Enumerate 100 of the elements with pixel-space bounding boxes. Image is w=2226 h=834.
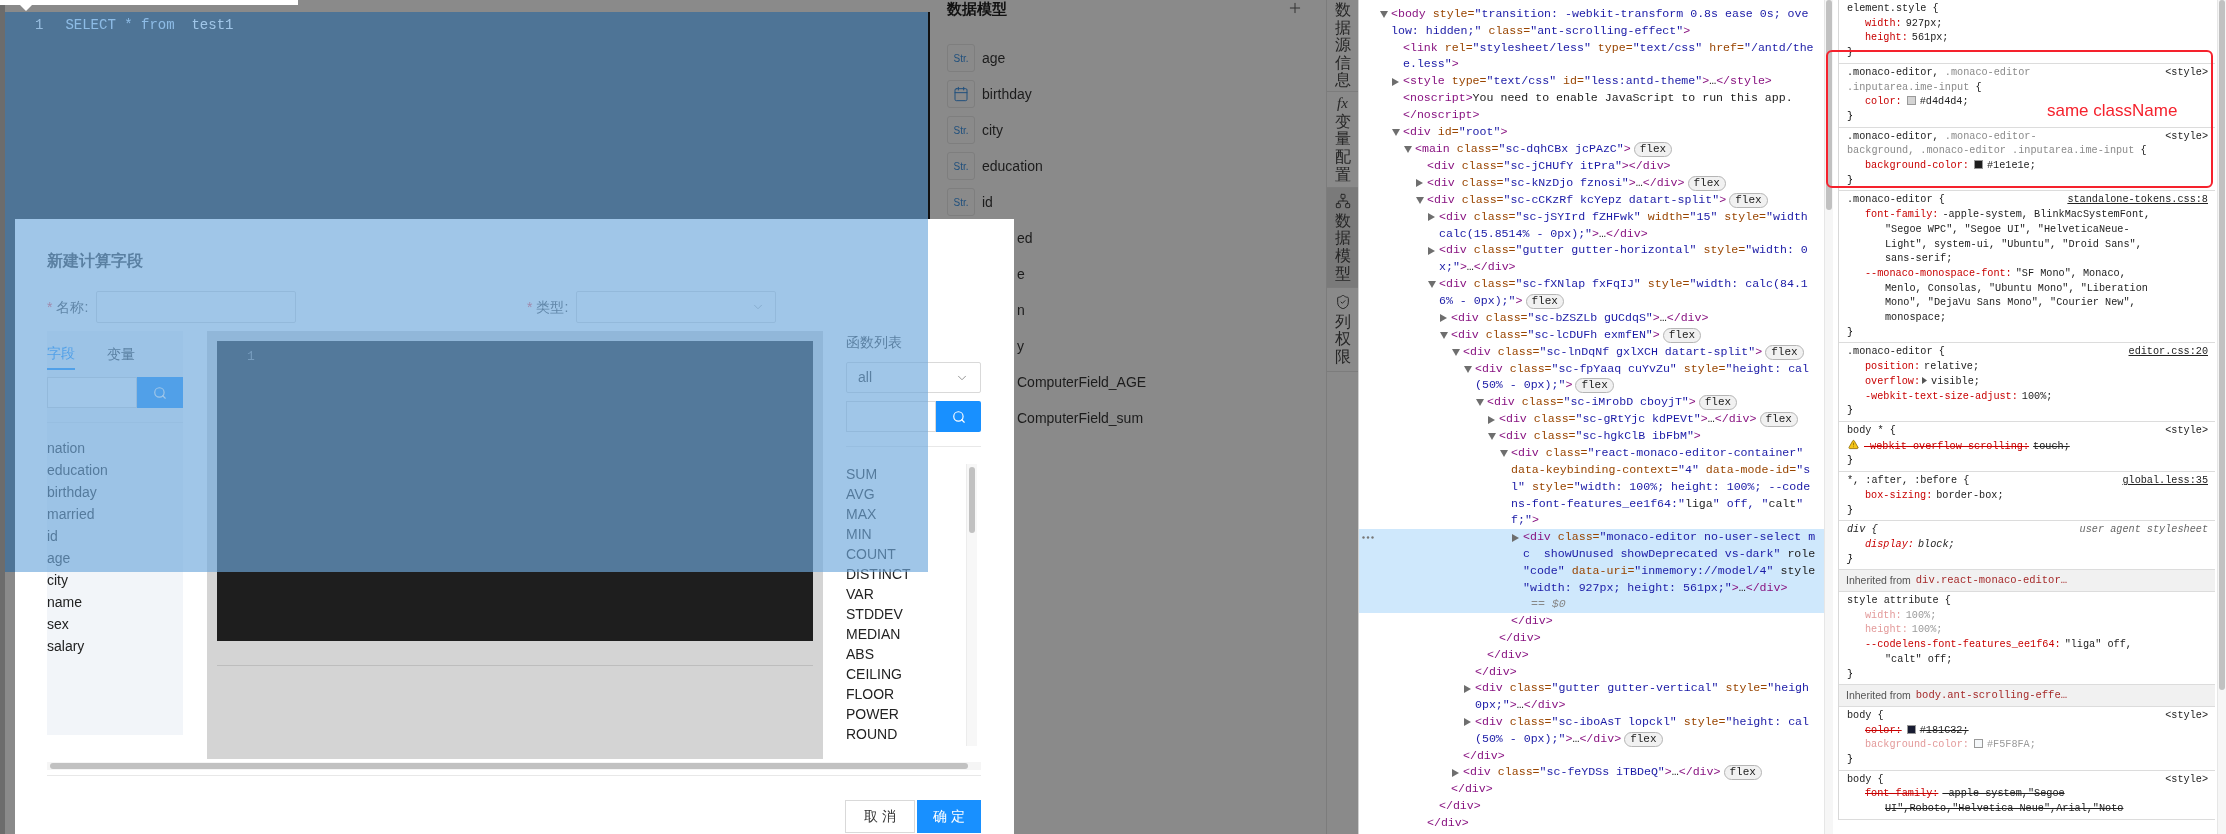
function-item[interactable]: ROUND xyxy=(846,724,966,744)
dom-node-row[interactable]: <link rel="stylesheet/less" type="text/css" href="/antd/the e.less"> xyxy=(1359,39,1824,74)
layout-badge[interactable]: flex xyxy=(1687,175,1726,191)
property-value[interactable]: #181C32; xyxy=(1919,724,1969,736)
property-name[interactable]: background-color: xyxy=(1865,160,1969,172)
dom-node-row[interactable]: <div class="react-monaco-editor-container" data-keybinding-context="4" data-mode-id="s l" style="width: 100%; height: 100%; --code ns-font-features_ee1f64:"liga" off, "calt" f;"> xyxy=(1359,445,1824,530)
dom-node-row[interactable]: <div class="sc-fXNlap fxFqIJ" style="width: calc(84.1 6% - 0px);"> flex xyxy=(1359,275,1824,310)
css-declaration[interactable]: --monaco-monospace-font: "SF Mono", Monaco, Menlo, Consolas, "Ubuntu Mono", "Liberation Mono", "DejaVu Sans Mono", "Courier New", monospace; xyxy=(1839,266,2215,326)
stylesheet-source[interactable]: editor.css:20 xyxy=(2128,345,2208,361)
dom-node-row[interactable]: <div class="sc-gRtYjc kdPEVt">…</div> flex xyxy=(1359,411,1824,429)
expand-triangle-icon[interactable] xyxy=(1428,280,1436,288)
color-swatch[interactable] xyxy=(1973,160,1983,170)
function-item[interactable]: FLOOR xyxy=(846,684,966,704)
expand-triangle-icon[interactable] xyxy=(1440,331,1448,339)
function-item[interactable]: ABS xyxy=(846,644,966,664)
field-name[interactable]: city xyxy=(982,119,1003,141)
dom-node-row[interactable]: <div class="sc-kNzDjo fznosi">…</div> flex xyxy=(1359,174,1824,192)
dom-node-row[interactable]: <div class="gutter gutter-horizontal" style="width: 0 x;">…</div> xyxy=(1359,242,1824,276)
search-input[interactable] xyxy=(846,401,936,432)
function-item[interactable]: POWER xyxy=(846,704,966,724)
property-value[interactable]: touch; xyxy=(2033,440,2070,452)
dom-node-row[interactable]: <div class="sc-jCHUfY itPra"></div> xyxy=(1359,157,1824,175)
function-item[interactable]: CEILING xyxy=(846,664,966,684)
css-declaration[interactable]: height: 561px; xyxy=(1839,31,2215,47)
dom-node-row[interactable]: <main class="sc-dqhCBx jcPAzC"> flex xyxy=(1359,140,1824,158)
side-tab[interactable]: 数据模型 xyxy=(1327,188,1358,288)
layout-badge[interactable]: flex xyxy=(1633,141,1673,157)
search-input[interactable] xyxy=(47,377,137,408)
field-name[interactable]: education xyxy=(982,155,1043,177)
field-name[interactable]: ComputerField_sum xyxy=(1017,407,1144,429)
dom-node-row[interactable]: <div class="sc-hgkClB ibFbM"> xyxy=(1359,428,1824,446)
collapse-triangle-icon[interactable] xyxy=(1428,213,1435,222)
field-name[interactable]: ed xyxy=(1017,227,1033,249)
layout-badge[interactable]: flex xyxy=(1624,731,1663,747)
layout-badge[interactable]: flex xyxy=(1575,378,1614,394)
dom-node-row[interactable]: <div class="sc-jSYIrd fZHFwk" width="15" style="width calc(15.8514% - 0px);">…</div> xyxy=(1359,208,1824,243)
function-item[interactable]: STDDEV xyxy=(846,604,966,624)
css-declaration[interactable]: font-family: -apple-system,"Segoe UI",Roboto,"Helvetica Neue",Arial,"Noto xyxy=(1839,787,2215,817)
property-value[interactable]: #1e1e1e; xyxy=(1986,160,2036,172)
cancel-button[interactable]: 取 消 xyxy=(845,800,915,833)
collapse-triangle-icon[interactable] xyxy=(1488,415,1495,424)
collapse-triangle-icon[interactable] xyxy=(1464,684,1471,693)
collapse-triangle-icon[interactable] xyxy=(1452,768,1459,777)
field-item[interactable]: salary xyxy=(47,635,183,657)
expand-triangle-icon[interactable] xyxy=(1476,399,1484,407)
field-name[interactable]: y xyxy=(1017,335,1024,357)
dom-node-row[interactable]: <body style="transition: -webkit-transform 0.8s ease 0s; ove low: hidden;" class="ant-scrolling-effect"> xyxy=(1359,6,1824,40)
css-declaration[interactable]: width: 927px; xyxy=(1839,16,2215,32)
dom-node-row[interactable]: <div class="sc-lnDqNf gxlXCH datart-split"> flex xyxy=(1359,343,1824,361)
dom-node-row[interactable]: <style type="text/css" id="less:antd-theme">…</style> xyxy=(1359,73,1824,91)
expand-triangle-icon[interactable] xyxy=(1922,376,1928,384)
property-name[interactable]: color: xyxy=(1865,724,1902,736)
css-declaration[interactable]: -webkit-text-size-adjust: 100%; xyxy=(1839,389,2215,405)
dom-node-row[interactable]: <div class="gutter gutter-vertical" style="heigh 0px;">…</div> xyxy=(1359,680,1824,714)
dom-node-row[interactable]: <div id="root"> xyxy=(1359,123,1824,141)
expand-triangle-icon[interactable] xyxy=(1380,11,1388,18)
dom-node-row[interactable]: <div class="sc-feYDSs iTBDeQ">…</div> flex xyxy=(1359,764,1824,782)
layout-badge[interactable]: flex xyxy=(1765,344,1804,360)
layout-badge[interactable]: flex xyxy=(1759,412,1798,428)
css-declaration[interactable]: display: block; xyxy=(1839,537,2215,553)
field-name[interactable]: age xyxy=(982,47,1006,69)
field-name[interactable]: n xyxy=(1017,299,1025,321)
side-tab[interactable]: 数据源信息 xyxy=(1327,0,1358,92)
collapse-triangle-icon[interactable] xyxy=(1440,314,1447,323)
dom-node-row[interactable]: <div class="sc-bZSZLb gUCdqS">…</div> xyxy=(1359,309,1824,327)
function-item[interactable]: MEDIAN xyxy=(846,624,966,644)
layout-badge[interactable]: flex xyxy=(1698,395,1738,411)
function-item[interactable]: VAR xyxy=(846,584,966,604)
dom-node-row[interactable]: <div class="sc-cCKzRf kcYepz datart-split"> flex xyxy=(1359,191,1824,209)
collapse-triangle-icon[interactable] xyxy=(1392,77,1399,86)
layout-badge[interactable]: flex xyxy=(1723,765,1762,781)
dom-node-row[interactable]: <div class="monaco-editor no-user-select m c showUnused showDeprecated vs-dark" role "code" data-uri="inmemory://model/4" style "width: 927px; height: 561px;">…</div> == $0 xyxy=(1359,529,1824,614)
dom-node-row[interactable]: <div class="sc-iMrobD cboyjT"> flex xyxy=(1359,394,1824,412)
field-item[interactable]: name xyxy=(47,591,183,613)
dom-node-row[interactable]: <div class="sc-lcDUFh exmfEN"> flex xyxy=(1359,326,1824,344)
color-swatch[interactable] xyxy=(1973,739,1983,749)
field-name[interactable]: id xyxy=(982,191,993,213)
stylesheet-source[interactable]: global.less:35 xyxy=(2122,474,2208,489)
collapse-triangle-icon[interactable] xyxy=(1464,718,1471,727)
expand-triangle-icon[interactable] xyxy=(1488,433,1496,441)
property-name[interactable]: color: xyxy=(1865,96,1902,108)
field-item[interactable]: city xyxy=(47,569,183,591)
css-declaration[interactable]: font-family: -apple-system, BlinkMacSystemFont, "Segoe WPC", "Segoe UI", "HelveticaNeue- Light", system-ui, "Ubuntu", "Droid Sans", sans-serif; xyxy=(1839,208,2215,267)
field-item[interactable]: sex xyxy=(47,613,183,635)
expand-triangle-icon[interactable] xyxy=(1416,196,1424,204)
expand-triangle-icon[interactable] xyxy=(1464,365,1472,373)
field-name[interactable]: ComputerField_AGE xyxy=(1017,371,1147,393)
expand-triangle-icon[interactable] xyxy=(1392,128,1400,136)
color-swatch[interactable] xyxy=(1906,96,1916,106)
css-declaration[interactable]: position: relative; xyxy=(1839,360,2215,375)
layout-badge[interactable]: flex xyxy=(1525,293,1564,309)
expand-triangle-icon[interactable] xyxy=(1500,450,1508,458)
dom-node-row[interactable]: <div class="sc-iboAsT lopckl" style="height: cal (50% - 0px);">…</div> flex xyxy=(1359,713,1824,748)
property-name[interactable]: overflow: xyxy=(1865,375,1921,387)
expand-triangle-icon[interactable] xyxy=(1404,145,1412,153)
property-value[interactable]: #d4d4d4; xyxy=(1919,96,1969,108)
collapse-triangle-icon[interactable] xyxy=(1428,246,1435,255)
stylesheet-source[interactable]: standalone-tokens.css:8 xyxy=(2067,193,2208,209)
property-name[interactable]: -webkit-overflow-scrolling: xyxy=(1864,440,2030,452)
css-declaration[interactable]: --codelens-font-features_ee1f64: "liga" off, "calt" off; xyxy=(1839,638,2215,668)
